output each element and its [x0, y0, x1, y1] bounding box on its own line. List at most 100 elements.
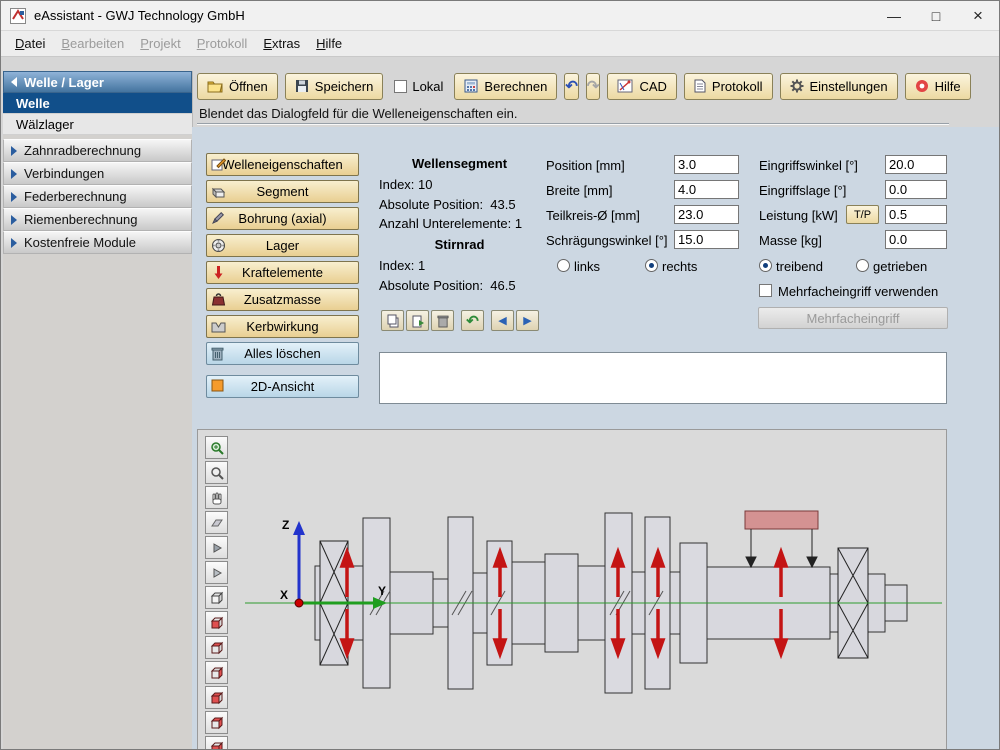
undo-button[interactable]: ↶ — [564, 72, 579, 100]
delete-element-button[interactable] — [431, 310, 454, 331]
iso-view-button[interactable] — [205, 586, 228, 609]
expanded-triangle-icon — [11, 77, 17, 87]
view-2d-label: 2D-Ansicht — [250, 379, 315, 394]
menu-extras[interactable]: Extras — [255, 33, 308, 54]
helix-angle-label: Schrägungswinkel [°] — [546, 233, 668, 248]
sidebar-section-kostenfreie-module[interactable]: Kostenfreie Module — [3, 231, 192, 254]
section-plane-button[interactable] — [205, 511, 228, 534]
sidebar-section-zahnradberechnung[interactable]: Zahnradberechnung — [3, 139, 192, 162]
view-cube-iso2-button[interactable] — [205, 736, 228, 749]
delete-all-label: Alles löschen — [244, 346, 321, 361]
undo-element-button[interactable]: ↶ — [461, 310, 484, 331]
additional-mass-button[interactable]: Zusatzmasse — [206, 288, 359, 311]
z-axis-label: Z — [282, 518, 289, 532]
force-elements-button[interactable]: Kraftelemente — [206, 261, 359, 284]
radio-links-label: links — [574, 259, 601, 274]
message-area — [379, 352, 947, 404]
width-input[interactable] — [674, 180, 739, 199]
shaft-properties-label: Welleneigenschaften — [222, 157, 343, 172]
view-cube-front-button[interactable] — [205, 611, 228, 634]
view-cube-bottom-button[interactable] — [205, 711, 228, 734]
redo-button[interactable]: ↷ — [585, 72, 601, 100]
protocol-label: Protokoll — [711, 78, 763, 94]
segment-info-title: Wellensegment — [411, 156, 508, 171]
notch-effect-button[interactable]: Kerbwirkung — [206, 315, 359, 338]
sidebar-header-welle-lager[interactable]: Welle / Lager — [3, 71, 192, 93]
paste-element-button[interactable] — [406, 310, 429, 331]
red-cube-icon — [210, 741, 223, 749]
view-cube-top-button[interactable] — [205, 636, 228, 659]
sidebar-item-label: Wälzlager — [16, 116, 74, 132]
view-cube-side-button[interactable] — [205, 661, 228, 684]
delete-all-button[interactable]: Alles löschen — [206, 342, 359, 365]
protocol-button[interactable]: Protokoll — [683, 72, 773, 100]
red-cube-icon — [210, 716, 223, 729]
sidebar-section-label: Zahnradberechnung — [24, 143, 142, 158]
calculate-button[interactable]: Berechnen — [454, 72, 558, 100]
radio-links[interactable] — [557, 259, 570, 272]
radio-rechts[interactable] — [645, 259, 658, 272]
zoom-window-button[interactable] — [205, 461, 228, 484]
cad-button[interactable]: CAD — [607, 72, 677, 100]
previous-view-button[interactable] — [205, 536, 228, 559]
floppy-disk-icon — [295, 80, 308, 92]
contact-position-input[interactable] — [885, 180, 947, 199]
next-view-button[interactable] — [205, 561, 228, 584]
view-cube-back-button[interactable] — [205, 686, 228, 709]
help-button[interactable]: Hilfe — [904, 72, 971, 100]
copy-icon — [387, 314, 398, 327]
maximize-button[interactable]: □ — [915, 1, 957, 30]
pressure-angle-input[interactable] — [885, 155, 947, 174]
redo-icon: ↷ — [586, 78, 600, 95]
mass-input[interactable] — [885, 230, 947, 249]
radio-getrieben[interactable] — [856, 259, 869, 272]
copy-element-button[interactable] — [381, 310, 404, 331]
sidebar-section-federberechnung[interactable]: Federberechnung — [3, 185, 192, 208]
x-axis-label: X — [280, 588, 288, 602]
sidebar-item-waelzlager[interactable]: Wälzlager — [3, 114, 192, 135]
segment-absolute-position: Absolute Position: 43.5 — [379, 197, 516, 212]
settings-button[interactable]: Einstellungen — [779, 72, 898, 100]
close-button[interactable]: × — [957, 1, 999, 30]
menu-datei[interactable]: Datei — [7, 33, 53, 54]
bearing-icon — [212, 239, 225, 252]
menu-bearbeiten[interactable]: Bearbeiten — [53, 33, 132, 54]
shaft-drawing-canvas[interactable]: Z Y X — [230, 431, 946, 750]
save-button[interactable]: Speichern — [284, 72, 384, 100]
view-2d-button[interactable]: 2D-Ansicht — [206, 375, 359, 398]
minimize-button[interactable]: — — [873, 1, 915, 30]
menu-hilfe[interactable]: Hilfe — [308, 33, 350, 54]
pan-button[interactable] — [205, 486, 228, 509]
additional-mass-label: Zusatzmasse — [243, 292, 322, 307]
next-element-button[interactable]: ▶ — [516, 310, 539, 331]
position-input[interactable] — [674, 155, 739, 174]
drawing-panel[interactable]: Z Y X — [197, 429, 947, 750]
shaft-properties-button[interactable]: Welleneigenschaften — [206, 153, 359, 176]
menubar: Datei Bearbeiten Projekt Protokoll Extra… — [1, 31, 999, 57]
multi-engagement-checkbox[interactable] — [759, 284, 772, 297]
previous-element-button[interactable]: ◀ — [491, 310, 514, 331]
multi-engagement-checkbox-label: Mehrfacheingriff verwenden — [778, 284, 939, 299]
bearing-button[interactable]: Lager — [206, 234, 359, 257]
menu-projekt[interactable]: Projekt — [132, 33, 188, 54]
orange-square-icon — [211, 379, 224, 392]
power-input[interactable] — [885, 205, 947, 224]
local-checkbox[interactable] — [394, 79, 408, 93]
magnifier-icon — [210, 466, 224, 480]
sidebar-section-verbindungen[interactable]: Verbindungen — [3, 162, 192, 185]
helix-angle-input[interactable] — [674, 230, 739, 249]
segment-button[interactable]: Segment — [206, 180, 359, 203]
segment-block-icon — [211, 187, 226, 199]
torque-power-toggle-button[interactable]: T/P — [846, 205, 879, 224]
sidebar-item-welle[interactable]: Welle — [3, 93, 192, 114]
open-button[interactable]: Öffnen — [197, 72, 278, 100]
sidebar-section-riemenberechnung[interactable]: Riemenberechnung — [3, 208, 192, 231]
weight-icon — [211, 293, 226, 306]
pitch-diameter-input[interactable] — [674, 205, 739, 224]
radio-treibend[interactable] — [759, 259, 772, 272]
axial-bore-button[interactable]: Bohrung (axial) — [206, 207, 359, 230]
undo-small-icon: ↶ — [466, 312, 479, 330]
menu-protokoll[interactable]: Protokoll — [189, 33, 256, 54]
zoom-in-button[interactable] — [205, 436, 228, 459]
section-plane-icon — [210, 519, 223, 526]
